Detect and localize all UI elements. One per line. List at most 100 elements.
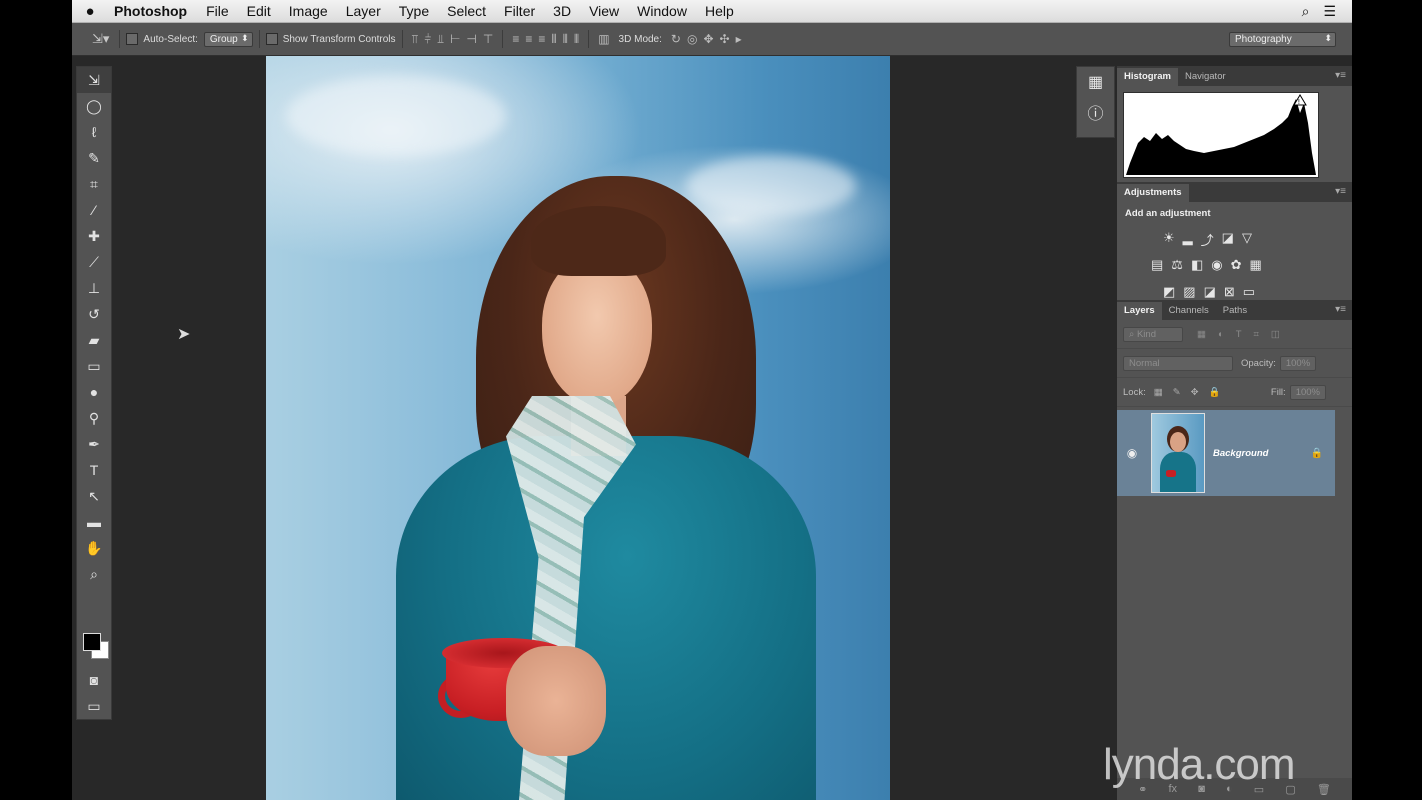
align-left-icon[interactable]: ⊢ [450,32,460,46]
color-balance-icon[interactable]: ⚖ [1171,257,1183,273]
align-bottom-icon[interactable]: ⫫ [437,32,444,47]
spotlight-search-icon[interactable]: ⌕ [1302,3,1310,20]
hue-saturation-icon[interactable]: ▤ [1151,257,1163,273]
quick-mask-icon[interactable]: ◙ [77,667,111,693]
document-canvas[interactable] [266,56,890,800]
lasso-tool-icon[interactable]: ℓ [77,119,111,145]
align-hcenter-icon[interactable]: ⊣ [466,32,476,46]
delete-layer-icon[interactable]: 🗑 [1317,783,1331,796]
screen-mode-icon[interactable]: ▭ [77,693,111,719]
exposure-icon[interactable]: ◪ [1222,230,1234,249]
layer-row-background[interactable]: ◉ Background 🔒 [1117,410,1335,496]
distribute-vcenter-icon[interactable]: ≡ [525,32,532,46]
move-tool-preset-icon[interactable]: ⇲▾ [92,31,109,47]
brush-tool-icon[interactable]: ⟋ [77,249,111,275]
quick-selection-tool-icon[interactable]: ✎ [77,145,111,171]
color-lookup-icon[interactable]: ▦ [1250,257,1262,273]
panel-menu-icon[interactable]: ▾≡ [1335,186,1346,197]
tab-layers[interactable]: Layers [1117,302,1162,320]
menu-help[interactable]: Help [696,3,743,19]
workspace-dropdown[interactable]: Photography [1229,31,1336,47]
history-brush-tool-icon[interactable]: ↺ [77,301,111,327]
clone-stamp-tool-icon[interactable]: ⊥ [77,275,111,301]
selective-color-icon[interactable]: ⊠ [1224,284,1235,300]
foreground-color-swatch[interactable] [83,633,101,651]
menu-edit[interactable]: Edit [238,3,280,19]
vibrance-icon[interactable]: ▽ [1242,230,1252,249]
tab-histogram[interactable]: Histogram [1117,68,1178,86]
3d-pan-icon[interactable]: ✥ [703,32,713,46]
gradient-tool-icon[interactable]: ▭ [77,353,111,379]
kind-filter-dropdown[interactable]: ⌕ Kind [1123,326,1183,342]
distribute-right-icon[interactable]: ⦀ [574,32,579,47]
distribute-top-icon[interactable]: ≡ [512,32,519,46]
zoom-tool-icon[interactable]: ⌕ [77,561,111,587]
type-tool-icon[interactable]: T [77,457,111,483]
dodge-tool-icon[interactable]: ⚲ [77,405,111,431]
brightness-contrast-icon[interactable]: ☀ [1163,230,1175,249]
apple-icon[interactable]: ● [72,3,108,20]
marquee-tool-icon[interactable]: ◯ [77,93,111,119]
invert-icon[interactable]: ◩ [1163,284,1175,300]
align-vcenter-icon[interactable]: ⫩ [424,32,431,47]
photo-filter-icon[interactable]: ◉ [1211,257,1222,273]
menu-select[interactable]: Select [438,3,495,19]
levels-icon[interactable]: ▂ [1183,230,1193,249]
info-panel-icon[interactable]: ⓘ [1077,97,1114,127]
menu-image[interactable]: Image [280,3,337,19]
histogram-panel-icon[interactable]: ▦ [1077,67,1114,97]
tab-adjustments[interactable]: Adjustments [1117,184,1189,202]
filter-icons[interactable]: ▦◐T⌗◫ [1197,329,1292,340]
fill-field[interactable]: 100% [1289,384,1326,400]
lock-icons[interactable]: ▦✎✥🔒 [1154,387,1231,398]
tab-navigator[interactable]: Navigator [1178,68,1233,86]
distribute-hcenter-icon[interactable]: ⦀ [563,32,568,47]
visibility-eye-icon[interactable]: ◉ [1117,446,1147,460]
photo-face [542,256,652,406]
3d-rotate-icon[interactable]: ↻ [671,32,681,46]
posterize-icon[interactable]: ▨ [1183,284,1195,300]
healing-brush-tool-icon[interactable]: ✚ [77,223,111,249]
eraser-tool-icon[interactable]: ▰ [77,327,111,353]
align-right-icon[interactable]: ⊤ [483,32,493,46]
auto-align-icon[interactable]: ▥ [598,32,609,46]
panel-menu-icon[interactable]: ▾≡ [1335,304,1346,315]
hand-tool-icon[interactable]: ✋ [77,535,111,561]
3d-roll-icon[interactable]: ◎ [687,32,697,46]
channel-mixer-icon[interactable]: ✿ [1231,257,1242,273]
menu-filter[interactable]: Filter [495,3,544,19]
move-tool-icon[interactable]: ⇲ [77,67,111,93]
blend-mode-dropdown[interactable]: Normal [1123,355,1233,371]
tab-paths[interactable]: Paths [1216,302,1254,320]
crop-tool-icon[interactable]: ⌗ [77,171,111,197]
menu-layer[interactable]: Layer [337,3,390,19]
auto-select-dropdown[interactable]: Group [203,31,253,47]
notification-list-icon[interactable]: ☰ [1323,3,1336,20]
auto-select-checkbox[interactable] [126,33,139,45]
tab-channels[interactable]: Channels [1162,302,1216,320]
align-top-icon[interactable]: ⫪ [412,32,419,47]
opacity-field[interactable]: 100% [1279,355,1317,371]
distribute-bottom-icon[interactable]: ≡ [538,32,545,46]
menu-app-name[interactable]: Photoshop [108,3,197,19]
3d-scale-icon[interactable]: ▸ [736,32,742,46]
threshold-icon[interactable]: ◪ [1204,284,1216,300]
path-selection-tool-icon[interactable]: ↖ [77,483,111,509]
panel-menu-icon[interactable]: ▾≡ [1335,70,1346,81]
eyedropper-tool-icon[interactable]: ⁄ [77,197,111,223]
3d-slide-icon[interactable]: ✣ [720,32,730,46]
gradient-map-icon[interactable]: ▭ [1243,284,1255,300]
menu-view[interactable]: View [580,3,628,19]
distribute-left-icon[interactable]: ⦀ [551,32,556,47]
menu-type[interactable]: Type [390,3,438,19]
menu-file[interactable]: File [197,3,238,19]
layer-name[interactable]: Background [1213,448,1268,459]
pen-tool-icon[interactable]: ✒ [77,431,111,457]
transform-controls-checkbox[interactable] [265,33,278,45]
curves-icon[interactable]: ⤴ [1201,230,1214,249]
rectangle-tool-icon[interactable]: ▬ [77,509,111,535]
menu-window[interactable]: Window [628,3,696,19]
blur-tool-icon[interactable]: ● [77,379,111,405]
menu-3d[interactable]: 3D [544,3,580,19]
black-white-icon[interactable]: ◧ [1191,257,1203,273]
